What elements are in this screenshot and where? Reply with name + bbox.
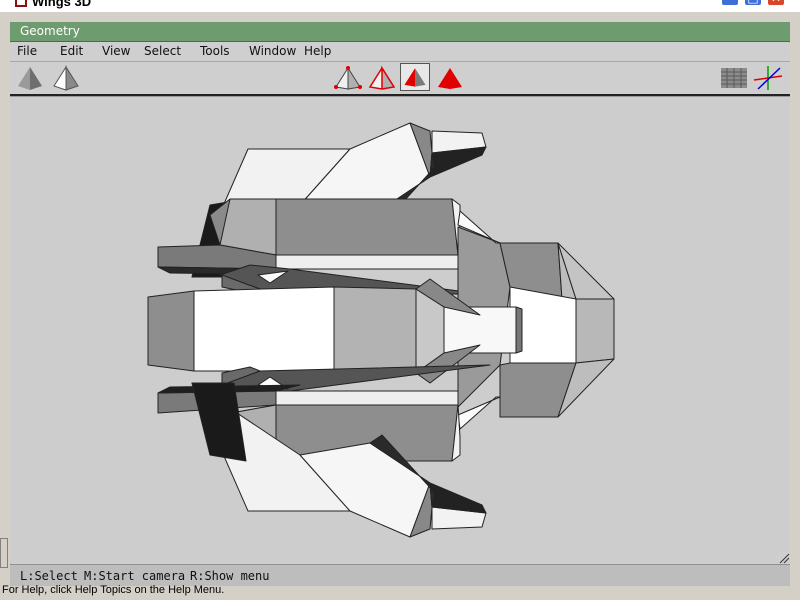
- window-title: Wings 3D: [32, 0, 92, 9]
- maximize-icon: □: [745, 0, 761, 5]
- body-mode-icon[interactable]: [434, 64, 466, 92]
- window-titlebar: Wings 3D – □ ✕: [0, 0, 800, 12]
- toolbar: [10, 62, 790, 96]
- vertex-mode-icon[interactable]: [332, 64, 364, 92]
- pyramid-solid-icon[interactable]: [14, 64, 46, 92]
- help-status-bar: For Help, click Help Topics on the Help …: [0, 584, 800, 600]
- desktop-edge: [0, 538, 8, 568]
- ground-plane-icon[interactable]: [718, 64, 750, 92]
- app-icon: [15, 0, 27, 7]
- menu-view[interactable]: View: [102, 44, 130, 58]
- status-middle-hint: M:Start camera: [84, 569, 186, 583]
- wings-geometry-window: Geometry File Edit View Select Tools Win…: [10, 22, 790, 587]
- screen: Wings 3D – □ ✕ Geometry File Edit View S…: [0, 0, 800, 600]
- menu-help[interactable]: Help: [304, 44, 331, 58]
- spaceship-model[interactable]: [10, 97, 790, 563]
- face-mode-button[interactable]: [400, 63, 430, 91]
- status-left-hint: L:Select: [20, 569, 78, 583]
- menu-file[interactable]: File: [17, 44, 37, 58]
- menu-bar: File Edit View Select Tools Window Help: [10, 42, 790, 62]
- status-right-hint: R:Show menu: [190, 569, 270, 583]
- face-mode-icon: [404, 68, 426, 87]
- pyramid-wire-icon[interactable]: [50, 64, 82, 92]
- menu-window[interactable]: Window: [249, 44, 296, 58]
- close-icon: ✕: [768, 0, 784, 5]
- 3d-viewport[interactable]: [10, 96, 790, 563]
- minimize-icon: –: [722, 0, 738, 5]
- maximize-button[interactable]: □: [744, 0, 762, 6]
- geometry-title-bar[interactable]: Geometry: [10, 22, 790, 42]
- resize-grip-icon[interactable]: [778, 552, 790, 564]
- menu-select[interactable]: Select: [144, 44, 181, 58]
- help-text: For Help, click Help Topics on the Help …: [2, 584, 225, 596]
- axes-icon[interactable]: [752, 64, 784, 92]
- menu-edit[interactable]: Edit: [60, 44, 83, 58]
- minimize-button[interactable]: –: [721, 0, 739, 6]
- edge-mode-icon[interactable]: [366, 64, 398, 92]
- menu-tools[interactable]: Tools: [200, 44, 230, 58]
- geometry-title: Geometry: [20, 24, 80, 38]
- close-button[interactable]: ✕: [767, 0, 785, 6]
